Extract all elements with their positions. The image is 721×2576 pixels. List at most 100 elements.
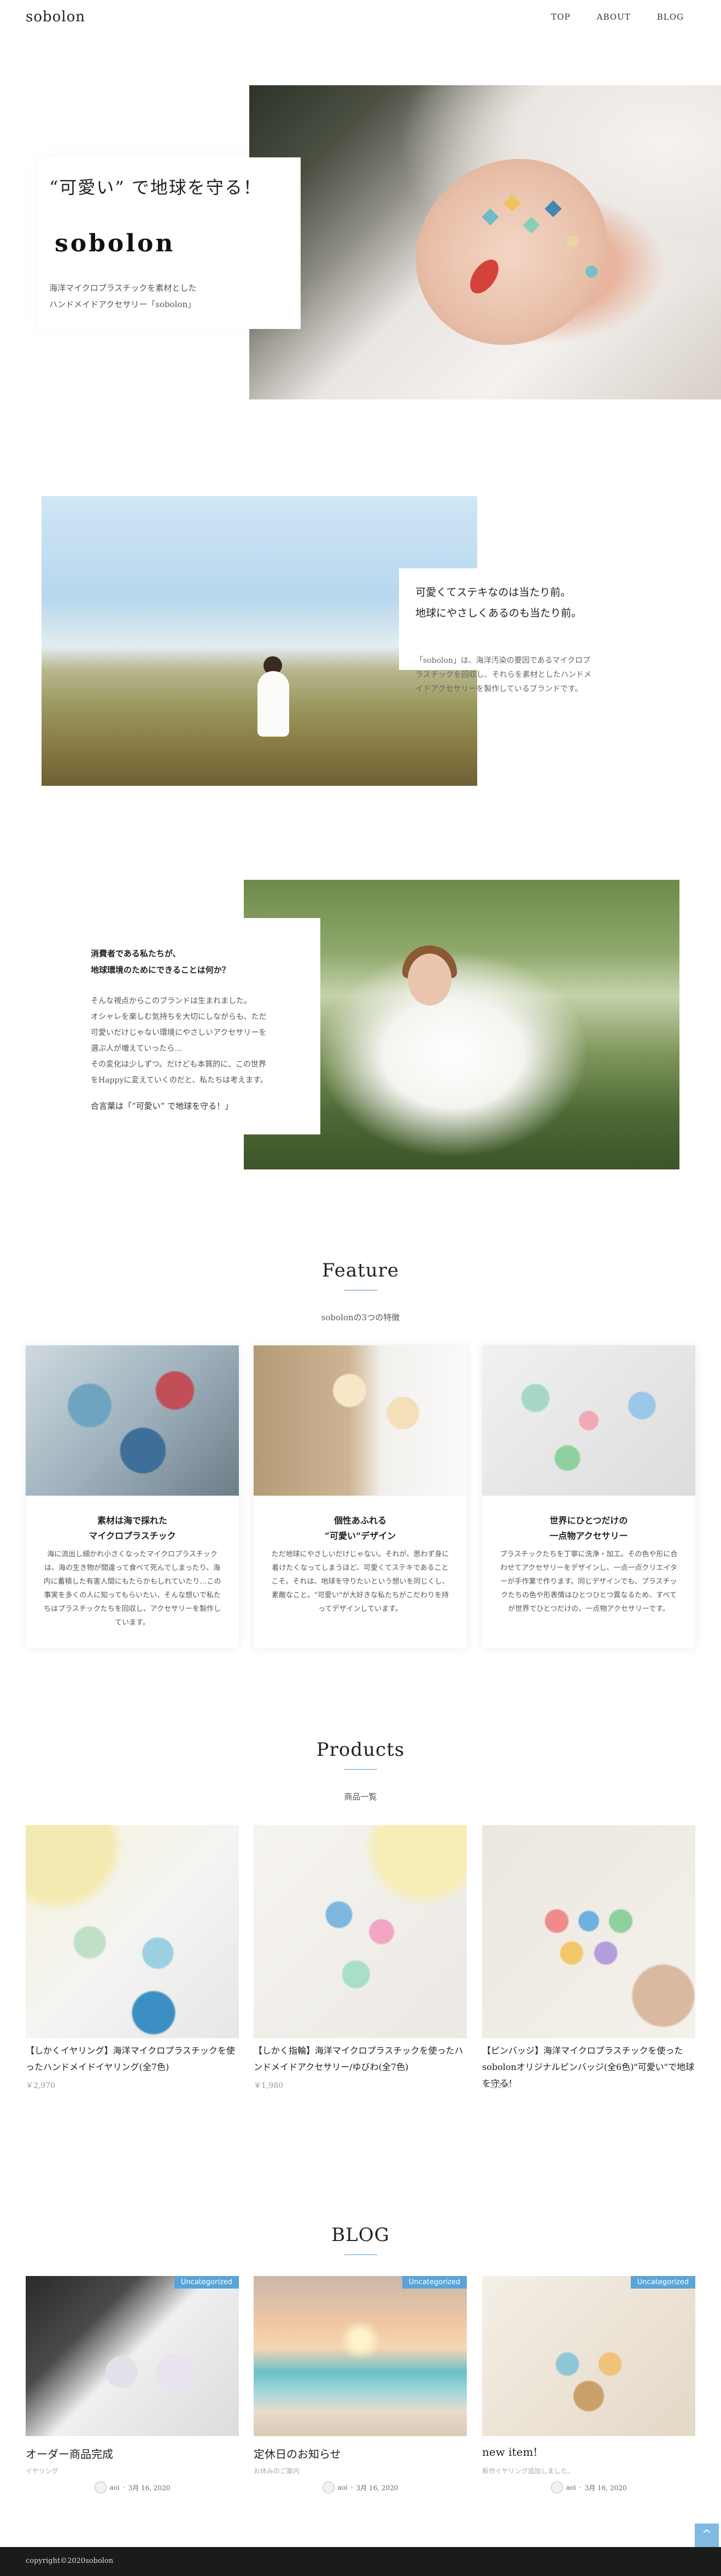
intro-desc-line: 「sobolon」は、海洋汚染の要因であるマイクロプ (415, 656, 590, 665)
product-image[interactable] (26, 1825, 239, 2038)
blog-excerpt: 新作イヤリング追加しました。 (482, 2467, 574, 2475)
product-price: ￥1,980 (254, 2081, 284, 2090)
feature-image (254, 1345, 467, 1496)
separator-dot: · (122, 2484, 125, 2491)
blog-heading: BLOG (331, 2224, 390, 2246)
story-body-line: そんな視点からこのブランドは生まれました。 (91, 997, 251, 1005)
feature-title-line: マイクロプラスチック (89, 1531, 176, 1541)
hero-desc-line: ハンドメイドアクセサリー「sobolon」 (49, 299, 196, 309)
blog-divider (344, 2254, 377, 2255)
feature-title-line: 素材は海で採れた (97, 1515, 167, 1526)
blog-author[interactable]: aoi (566, 2484, 576, 2491)
products-subheading: 商品一覧 (344, 1792, 377, 1802)
hero-desc-line: 海洋マイクロプラスチックを素材とした (49, 283, 197, 293)
story-body-line: その変化は少しずつ。だけども本質的に、この世界 (91, 1060, 266, 1069)
feature-title-line: “可愛い”デザイン (324, 1531, 396, 1541)
blog-image[interactable]: Uncategorized (482, 2276, 695, 2436)
site-header: sobolon TOP ABOUT BLOG (0, 0, 721, 35)
product-price: ￥2,200 (482, 2081, 512, 2090)
hero-title: “可愛い” で地球を守る！ (49, 177, 262, 198)
blog-date: 3月 16, 2020 (356, 2484, 398, 2492)
intro-title-line: 地球にやさしくあるのも当たり前。 (415, 607, 582, 619)
feature-card: 素材は海で採れた マイクロプラスチック 海に流出し細かれ小さくなったマイクロプラ… (26, 1345, 239, 1648)
blog-title[interactable]: 定休日のお知らせ (254, 2445, 467, 2461)
author-avatar-icon (94, 2481, 107, 2493)
intro-title: 可愛くてステキなのは当たり前。 地球にやさしくあるのも当たり前。 (415, 582, 623, 624)
feature-image (482, 1345, 695, 1496)
feature-title: 素材は海で採れた マイクロプラスチック (37, 1513, 228, 1544)
separator-dot: · (350, 2484, 353, 2491)
blog-date: 3月 16, 2020 (128, 2484, 171, 2492)
blog-meta: aoi · 3月 16, 2020 (482, 2481, 695, 2493)
product-card[interactable]: 【ピンバッジ】海洋マイクロプラスチックを使ったsobolonオリジナルピンバッジ… (482, 1825, 695, 2109)
intro-desc-line: ラスチックを回収し、それらを素材としたハンドメ (415, 671, 591, 679)
intro-desc-line: イドアクセサリーを製作しているブランドです。 (415, 685, 583, 693)
feature-description: ただ地球にやさしいだけじゃない。それが、思わず身に着けたくなってしまうほど、可愛… (271, 1550, 449, 1613)
intro-description: 「sobolon」は、海洋汚染の要因であるマイクロプ ラスチックを回収し、それら… (415, 654, 629, 696)
blog-excerpt: イヤリング (26, 2467, 58, 2475)
blog-card[interactable]: Uncategorized 定休日のお知らせ お休みのご案内 aoi · 3月 … (254, 2276, 467, 2506)
main-nav: TOP ABOUT BLOG (551, 12, 684, 22)
blog-image[interactable]: Uncategorized (254, 2276, 467, 2436)
story-body: そんな視点からこのブランドは生まれました。 オシャレを楽しむ気持ちを大切にしなが… (91, 993, 309, 1089)
story-lead-line: 地球環境のためにできることは何か？ (91, 965, 230, 975)
blog-date: 3月 16, 2020 (584, 2484, 627, 2492)
feature-title: 世界にひとつだけの 一点物アクセサリー (493, 1513, 684, 1544)
author-avatar-icon (322, 2481, 335, 2493)
person-dress-shape (257, 671, 289, 737)
blog-card[interactable]: Uncategorized オーダー商品完成 イヤリング aoi · 3月 16… (26, 2276, 239, 2506)
story-body-line: 選ぶ人が増えていったら… (91, 1044, 183, 1053)
intro-title-line: 可愛くてステキなのは当たり前。 (415, 586, 571, 598)
nav-blog[interactable]: BLOG (657, 12, 684, 22)
feature-divider (344, 1290, 377, 1291)
blog-image[interactable]: Uncategorized (26, 2276, 239, 2436)
product-title[interactable]: 【ピンバッジ】海洋マイクロプラスチックを使ったsobolonオリジナルピンバッジ… (482, 2043, 695, 2092)
product-title[interactable]: 【しかく指輪】海洋マイクロプラスチックを使ったハンドメイドアクセサリー/ゆびわ(… (254, 2043, 467, 2075)
product-card[interactable]: 【しかく指輪】海洋マイクロプラスチックを使ったハンドメイドアクセサリー/ゆびわ(… (254, 1825, 467, 2109)
story-body-line: オシャレを楽しむ気持ちを大切にしながらも、ただ (91, 1013, 267, 1021)
blog-title[interactable]: new item! (482, 2445, 695, 2459)
products-heading: Products (316, 1739, 405, 1761)
product-image[interactable] (482, 1825, 695, 2038)
feature-description: 海に流出し細かれ小さくなったマイクロプラスチックは、海の生き物が間違って食べて死… (43, 1550, 221, 1627)
feature-card: 個性あふれる “可愛い”デザイン ただ地球にやさしいだけじゃない。それが、思わず… (254, 1345, 467, 1648)
hero-photo (249, 85, 721, 399)
nav-top[interactable]: TOP (551, 12, 570, 22)
story-lead: 消費者である私たちが、 地球環境のためにできることは何か？ (91, 945, 309, 978)
story-tagline: 合言葉は「“可愛い” で地球を守る！」 (91, 1101, 233, 1111)
feature-title-line: 一点物アクセサリー (549, 1531, 628, 1541)
site-logo[interactable]: sobolon (26, 9, 85, 25)
blog-title[interactable]: オーダー商品完成 (26, 2445, 239, 2461)
product-price: ￥2,970 (26, 2081, 56, 2090)
feature-subheading: sobolonの3つの特徴 (321, 1313, 400, 1322)
site-footer: copyright©2020sobolon (0, 2547, 721, 2576)
hero-brand: sobolon (55, 230, 175, 257)
blog-author[interactable]: aoi (338, 2484, 348, 2491)
nav-about[interactable]: ABOUT (597, 12, 631, 22)
feature-image (26, 1345, 239, 1496)
feature-title-line: 世界にひとつだけの (549, 1515, 628, 1526)
blog-meta: aoi · 3月 16, 2020 (254, 2481, 467, 2493)
story-body-line: をHappyに変えていくのだと、私たちは考えます。 (91, 1076, 268, 1085)
back-to-top-button[interactable]: ^ (695, 2524, 719, 2548)
category-badge[interactable]: Uncategorized (174, 2276, 239, 2289)
copyright-text: copyright©2020sobolon (26, 2557, 114, 2565)
author-avatar-icon (550, 2481, 563, 2493)
feature-heading: Feature (321, 1260, 400, 1281)
products-divider (344, 1769, 377, 1770)
blog-meta: aoi · 3月 16, 2020 (26, 2481, 239, 2493)
category-badge[interactable]: Uncategorized (630, 2276, 695, 2289)
blog-card[interactable]: Uncategorized new item! 新作イヤリング追加しました。 a… (482, 2276, 695, 2506)
separator-dot: · (579, 2484, 582, 2491)
hero-face-shape (379, 121, 644, 383)
product-card[interactable]: 【しかくイヤリング】海洋マイクロプラスチックを使ったハンドメイドイヤリング(全7… (26, 1825, 239, 2109)
feature-title-line: 個性あふれる (333, 1515, 386, 1526)
category-badge[interactable]: Uncategorized (402, 2276, 467, 2289)
blog-author[interactable]: aoi (110, 2484, 120, 2491)
product-title[interactable]: 【しかくイヤリング】海洋マイクロプラスチックを使ったハンドメイドイヤリング(全7… (26, 2043, 239, 2075)
product-image[interactable] (254, 1825, 467, 2038)
feature-title: 個性あふれる “可愛い”デザイン (265, 1513, 456, 1544)
feature-description: プラスチックたちを丁寧に洗浄・加工。その色や形に合わせてアクセサリーをデザインし… (500, 1550, 678, 1613)
story-lead-line: 消費者である私たちが、 (91, 949, 181, 958)
hero-description: 海洋マイクロプラスチックを素材とした ハンドメイドアクセサリー「sobolon」 (49, 280, 268, 313)
